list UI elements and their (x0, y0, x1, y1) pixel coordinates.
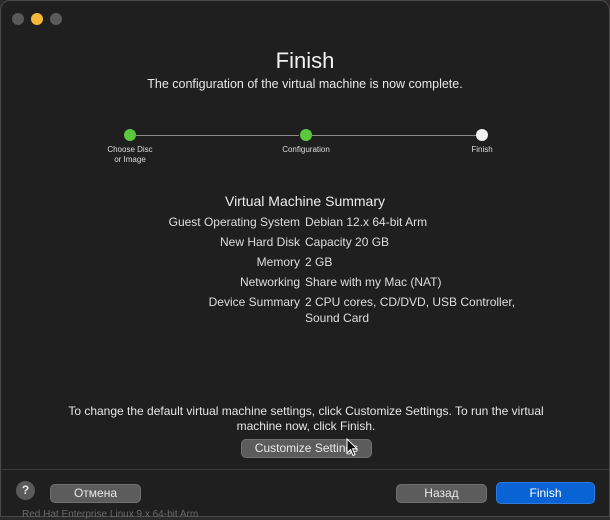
finish-button[interactable]: Finish (496, 482, 595, 504)
step-choose-disc-dot (124, 129, 136, 141)
summary-title: Virtual Machine Summary (224, 193, 386, 209)
step-choose-disc-label: Choose Disc or Image (107, 145, 153, 164)
page-subtitle: The configuration of the virtual machine… (147, 77, 463, 91)
wizard-progress: Choose Disc or Image Configuration Finis… (1, 129, 609, 179)
summary-key: Networking (239, 275, 300, 289)
background-window-text: Red Hat Enterprise Linux 9.x 64-bit Arm (22, 509, 199, 520)
minimize-window-button[interactable] (31, 13, 43, 25)
close-window-button[interactable] (12, 13, 24, 25)
cancel-button[interactable]: Отмена (50, 484, 141, 503)
summary-value: 2 CPU cores, CD/DVD, USB Controller, Sou… (305, 295, 516, 325)
back-button[interactable]: Назад (396, 484, 487, 503)
summary-value: Debian 12.x 64-bit Arm (305, 215, 428, 229)
summary-value: Capacity 20 GB (305, 235, 390, 249)
zoom-window-button[interactable] (50, 13, 62, 25)
summary-value: 2 GB (305, 255, 333, 269)
summary-key: New Hard Disk (219, 235, 300, 249)
progress-line-1 (136, 135, 299, 136)
window-controls (12, 13, 62, 25)
summary-key: Memory (256, 255, 300, 269)
step-finish-dot (476, 129, 488, 141)
mouse-cursor-icon (346, 438, 358, 457)
summary-value: Share with my Mac (NAT) (305, 275, 442, 289)
step-configuration-dot (300, 129, 312, 141)
step-configuration-label: Configuration (282, 145, 330, 154)
summary-key: Guest Operating System (168, 215, 300, 229)
footer-divider (1, 469, 609, 470)
progress-line-2 (312, 135, 476, 136)
step-finish-label: Finish (471, 145, 493, 154)
page-title: Finish (275, 48, 335, 73)
summary-key: Device Summary (208, 295, 300, 309)
vm-wizard-window: Finish The configuration of the virtual … (0, 0, 610, 517)
customize-instructions: To change the default virtual machine se… (68, 404, 544, 433)
help-button[interactable]: ? (16, 481, 35, 500)
